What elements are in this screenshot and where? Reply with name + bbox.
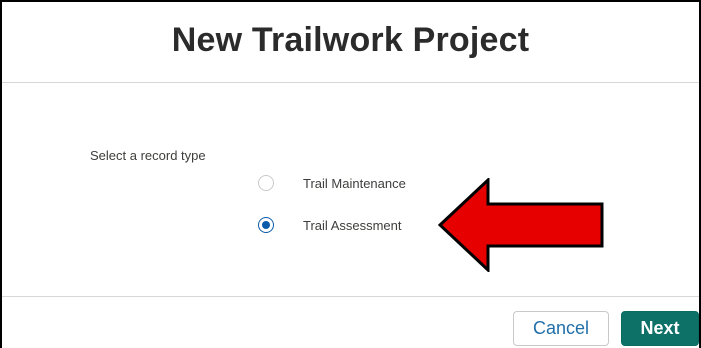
record-type-option-trail-assessment[interactable]: Trail Assessment [258,217,402,233]
modal-title: New Trailwork Project [171,20,530,59]
next-button[interactable]: Next [621,311,699,346]
cancel-button[interactable]: Cancel [513,311,609,346]
record-type-option-label: Trail Maintenance [303,175,406,191]
radio-checked-icon[interactable] [258,217,274,233]
record-type-prompt: Select a record type [90,148,206,163]
radio-dot [262,221,270,229]
modal-dialog: New Trailwork Project Select a record ty… [0,0,701,348]
record-type-option-trail-maintenance[interactable]: Trail Maintenance [258,175,406,191]
record-type-option-label: Trail Assessment [303,217,402,233]
red-arrow-annotation-icon [438,178,604,272]
arrow-shape [438,178,604,272]
radio-unchecked-icon[interactable] [258,175,274,191]
footer-divider [2,296,699,297]
modal-header: New Trailwork Project [2,2,699,83]
